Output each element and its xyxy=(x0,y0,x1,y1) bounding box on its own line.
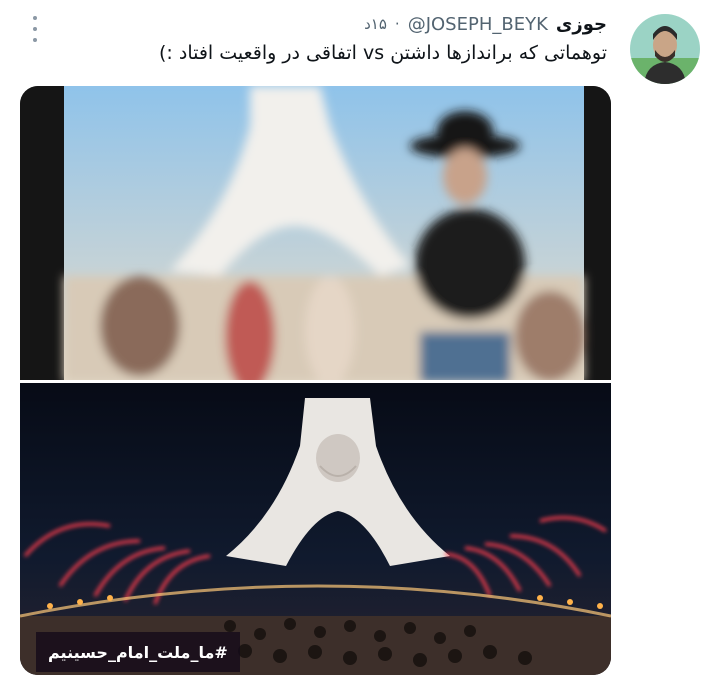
top-photo xyxy=(20,86,611,391)
tweet-media[interactable] xyxy=(20,86,611,675)
tweet-text: توهماتی که براندازها داشتن vs اتفاقی در … xyxy=(159,42,607,64)
separator-dot: · xyxy=(394,15,400,33)
tweet-header: جوزی @JOSEPH_BEYK · ۱۵د xyxy=(364,10,607,38)
avatar[interactable] xyxy=(630,14,700,84)
more-options-icon[interactable] xyxy=(28,16,42,42)
timestamp[interactable]: ۱۵د xyxy=(364,15,387,33)
display-name[interactable]: جوزی xyxy=(556,14,607,35)
media-hashtag-overlay: #ما_ملت_امام_حسینیم xyxy=(36,632,240,672)
user-handle[interactable]: @JOSEPH_BEYK xyxy=(408,14,548,35)
avatar-image xyxy=(630,14,700,84)
image-divider xyxy=(20,380,611,383)
